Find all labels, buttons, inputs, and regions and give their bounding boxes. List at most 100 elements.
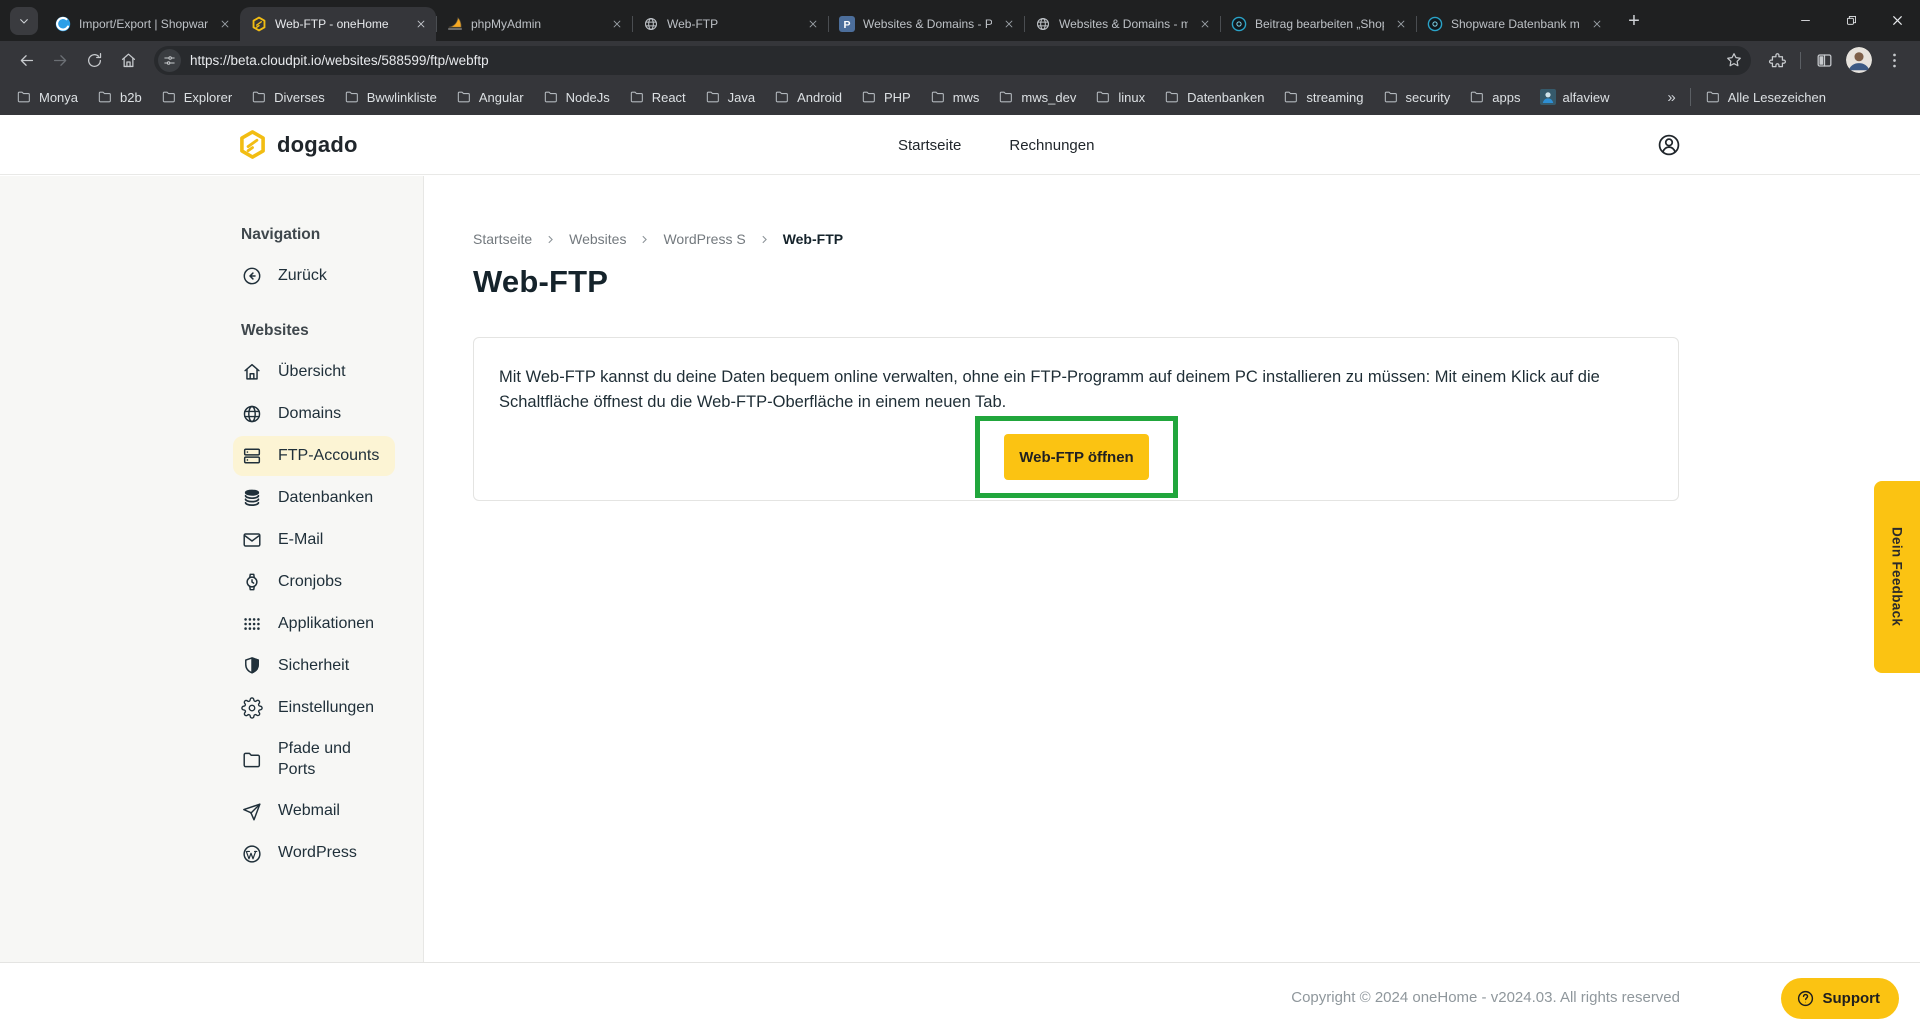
bookmark-item[interactable]: security [1383, 89, 1451, 105]
bookmarks-overflow-button[interactable]: » [1657, 89, 1685, 106]
chevron-right-icon [639, 234, 650, 245]
restore-button[interactable] [1828, 0, 1874, 41]
tab-close-button[interactable] [804, 16, 821, 33]
bookmark-item[interactable]: Diverses [251, 89, 325, 105]
bookmark-label: b2b [120, 90, 142, 105]
bookmark-item[interactable]: Explorer [161, 89, 232, 105]
browser-tab[interactable]: P Websites & Domains - Ple [828, 7, 1024, 41]
breadcrumb-label[interactable]: WordPress S [663, 231, 745, 247]
browser-tab[interactable]: Shopware Datenbank mit [1416, 7, 1612, 41]
bookmark-item[interactable]: apps [1469, 89, 1520, 105]
sidebar-item[interactable]: Datenbanken [233, 478, 389, 518]
minimize-icon [1799, 14, 1812, 27]
sidebar-section-websites: Websites [241, 322, 423, 340]
bookmark-item[interactable]: Java [705, 89, 755, 105]
bookmark-item[interactable]: mws_dev [998, 89, 1076, 105]
minimize-button[interactable] [1782, 0, 1828, 41]
sidebar-item[interactable]: Applikationen [233, 604, 390, 644]
breadcrumb-item[interactable]: Websites [569, 231, 650, 247]
bookmark-item[interactable]: Monya [16, 89, 78, 105]
browser-menu-button[interactable] [1878, 44, 1910, 76]
reload-button[interactable] [78, 44, 110, 76]
tab-close-button[interactable] [1000, 16, 1017, 33]
bookmark-star-icon[interactable] [1725, 51, 1743, 69]
new-tab-button[interactable]: + [1620, 7, 1648, 35]
header-nav-link[interactable]: Rechnungen [1009, 137, 1094, 154]
back-button[interactable] [10, 44, 42, 76]
tab-close-button[interactable] [1392, 16, 1409, 33]
sidebar-item[interactable]: Cronjobs [233, 562, 358, 602]
page-body: Navigation Zurück Websites Übersicht Dom… [0, 176, 1920, 962]
header-nav-link[interactable]: Startseite [898, 137, 961, 154]
sidebar-item[interactable]: E-Mail [233, 520, 339, 560]
sidebar-item[interactable]: WordPress [233, 834, 373, 874]
sidebar-item[interactable]: Sicherheit [233, 646, 365, 686]
bookmark-item[interactable]: Angular [456, 89, 524, 105]
close-icon [808, 19, 818, 29]
address-bar[interactable]: https://beta.cloudpit.io/websites/588599… [154, 46, 1751, 75]
bookmark-item[interactable]: alfaview [1540, 89, 1610, 105]
tab-search-button[interactable] [10, 7, 38, 35]
sidebar-item-label: WordPress [278, 843, 357, 864]
breadcrumb-item[interactable]: WordPress S [663, 231, 769, 247]
close-window-button[interactable] [1874, 0, 1920, 41]
url-text[interactable]: https://beta.cloudpit.io/websites/588599… [190, 53, 1725, 68]
breadcrumb-label[interactable]: Web-FTP [783, 231, 843, 247]
back-arrow-icon [17, 51, 36, 70]
browser-tab[interactable]: Beitrag bearbeiten „Shop [1220, 7, 1416, 41]
brand-logo[interactable]: dogado [237, 129, 358, 160]
breadcrumb-label[interactable]: Startseite [473, 231, 532, 247]
side-panel-button[interactable] [1808, 44, 1840, 76]
sidebar-item-label: Applikationen [278, 614, 374, 635]
bookmark-item[interactable]: Datenbanken [1164, 89, 1264, 105]
folder-icon [344, 89, 360, 105]
home-icon [241, 361, 263, 383]
browser-tab[interactable]: Import/Export | Shopware [44, 7, 240, 41]
tab-close-button[interactable] [608, 16, 625, 33]
browser-tab[interactable]: Websites & Domains - m [1024, 7, 1220, 41]
browser-tab[interactable]: Web-FTP [632, 7, 828, 41]
header-nav: Startseite Rechnungen [898, 115, 1094, 175]
breadcrumb-label[interactable]: Websites [569, 231, 626, 247]
sidebar-item[interactable]: Domains [233, 394, 357, 434]
bookmark-item[interactable]: NodeJs [543, 89, 610, 105]
folder-icon [251, 89, 267, 105]
home-button[interactable] [112, 44, 144, 76]
bookmark-item[interactable]: b2b [97, 89, 142, 105]
sidebar-item[interactable]: Einstellungen [233, 688, 390, 728]
bookmark-item[interactable]: streaming [1283, 89, 1363, 105]
sidebar-item-zurueck[interactable]: Zurück [233, 256, 343, 296]
tab-close-button[interactable] [1588, 16, 1605, 33]
bookmark-item[interactable]: React [629, 89, 686, 105]
breadcrumb-item[interactable]: Startseite [473, 231, 556, 247]
bookmark-item[interactable]: Bwwlinkliste [344, 89, 437, 105]
site-settings-button[interactable] [158, 49, 181, 72]
bookmark-item[interactable]: Android [774, 89, 842, 105]
breadcrumb-item[interactable]: Web-FTP [783, 231, 843, 247]
browser-tab[interactable]: phpMyAdmin [436, 7, 632, 41]
bookmark-item[interactable]: mws [930, 89, 980, 105]
profile-avatar[interactable] [1846, 47, 1872, 73]
webftp-open-button[interactable]: Web-FTP öffnen [1004, 434, 1149, 480]
bookmark-label: Explorer [184, 90, 232, 105]
bookmarks-bar: Monya b2b Explorer Diverses Bwwlinkliste [0, 79, 1920, 115]
account-icon[interactable] [1656, 132, 1682, 158]
browser-tab[interactable]: Web-FTP - oneHome [240, 7, 436, 41]
sidebar-item[interactable]: FTP-Accounts [233, 436, 395, 476]
sidebar-item[interactable]: Übersicht [233, 352, 362, 392]
tab-close-button[interactable] [1196, 16, 1213, 33]
bookmark-item[interactable]: linux [1095, 89, 1145, 105]
folder-icon [629, 89, 645, 105]
extensions-button[interactable] [1761, 44, 1793, 76]
support-button[interactable]: Support [1781, 978, 1900, 1019]
all-bookmarks-button[interactable]: Alle Lesezeichen [1705, 89, 1826, 105]
forward-button[interactable] [44, 44, 76, 76]
bookmark-item[interactable]: PHP [861, 89, 911, 105]
bookmark-label: PHP [884, 90, 911, 105]
sidebar-item[interactable]: Webmail [233, 792, 356, 832]
tab-close-button[interactable] [412, 16, 429, 33]
tab-close-button[interactable] [216, 16, 233, 33]
sidebar-item[interactable]: Pfade und Ports [233, 730, 404, 790]
site-header: dogado Startseite Rechnungen [0, 115, 1920, 175]
feedback-tab[interactable]: Dein Feedback [1874, 481, 1920, 673]
